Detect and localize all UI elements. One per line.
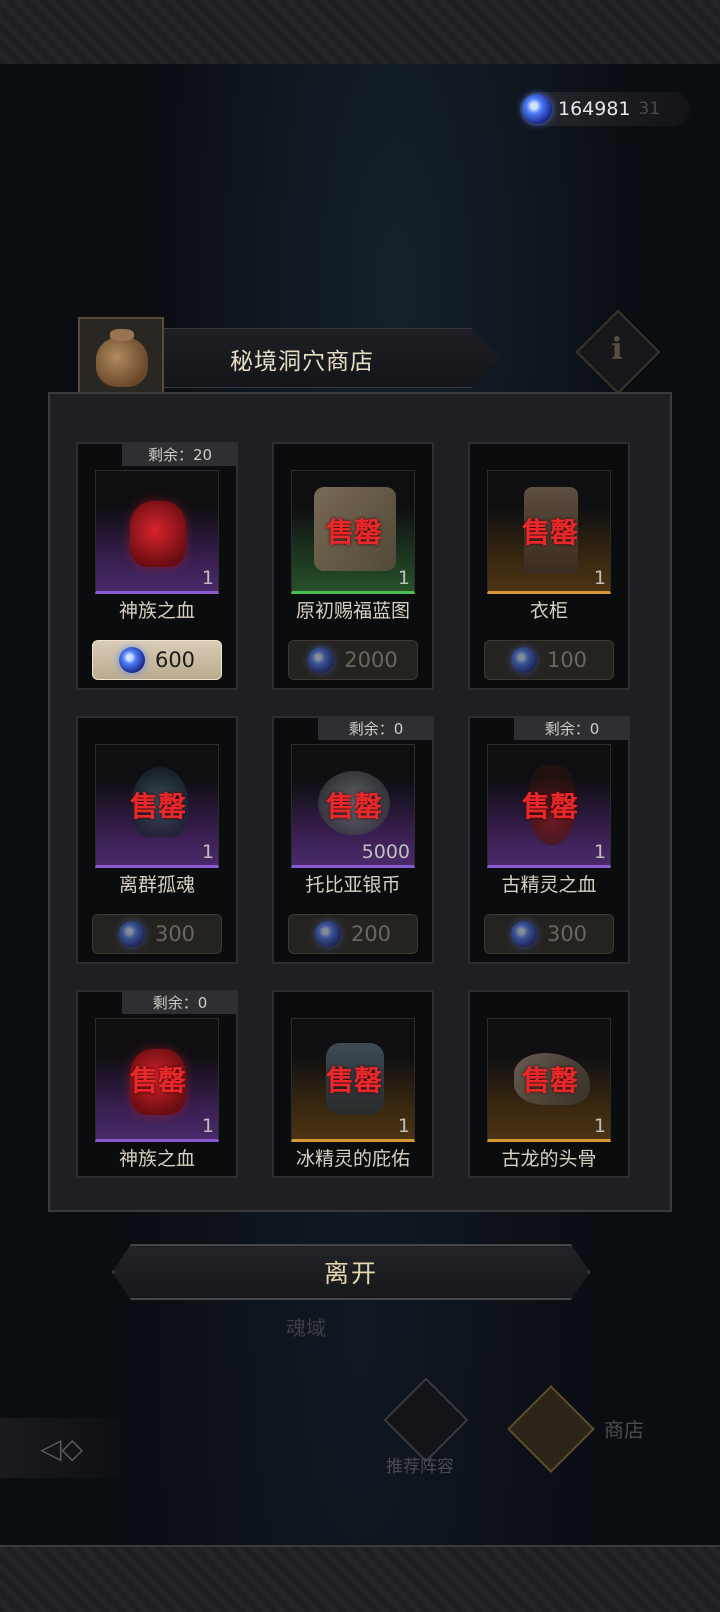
item-quantity: 1 [201, 841, 214, 863]
shop-panel: 剩余：20 1 神族之血 600 售罄 1 原初赐福蓝图 2000 售罄 1 衣柜 100 售罄 1 离群孤… [48, 392, 672, 1212]
info-icon[interactable]: i [599, 330, 635, 370]
item-price: 200 [350, 922, 392, 946]
sold-out-label: 售罄 [521, 516, 578, 549]
item-icon-frame[interactable]: 售罄 1 [487, 1018, 611, 1142]
currency-secondary: 31 [638, 99, 661, 119]
shop-title: 秘境洞穴商店 [230, 349, 374, 375]
item-name: 原初赐福蓝图 [295, 600, 410, 622]
item-icon-frame[interactable]: 1 [95, 470, 219, 594]
buy-button[interactable]: 200 [288, 914, 418, 954]
item-quantity: 1 [201, 567, 214, 589]
item-card[interactable]: 售罄 1 冰精灵的庇佑 [272, 990, 434, 1178]
item-card[interactable]: 售罄 1 衣柜 100 [468, 442, 630, 690]
item-quantity: 1 [593, 1115, 606, 1137]
item-name: 离群孤魂 [118, 874, 195, 896]
recommended-lineup-label[interactable]: 推荐阵容 [386, 1452, 454, 1477]
leave-button[interactable]: 离开 [112, 1244, 590, 1300]
shop-tab-label[interactable]: 商店 [604, 1414, 644, 1443]
background-label: 魂域 [286, 1316, 326, 1340]
item-price: 100 [546, 648, 588, 672]
buy-button[interactable]: 300 [92, 914, 222, 954]
soul-orb-icon [510, 921, 537, 947]
buy-button[interactable]: 100 [484, 640, 614, 680]
item-icon-frame[interactable]: 售罄 1 [291, 1018, 415, 1142]
item-icon-frame[interactable]: 售罄 1 [95, 744, 219, 868]
item-quantity: 5000 [361, 841, 410, 863]
buy-button[interactable]: 600 [92, 640, 222, 680]
sold-out-label: 售罄 [521, 790, 578, 823]
sold-out-label: 售罄 [325, 790, 382, 823]
item-icon-frame[interactable]: 售罄 1 [95, 1018, 219, 1142]
item-name: 神族之血 [118, 600, 195, 622]
money-bag-icon [78, 317, 164, 403]
soul-orb-icon [118, 921, 145, 947]
sold-out-label: 售罄 [325, 516, 382, 549]
stock-remaining-label: 剩余：0 [122, 992, 238, 1014]
item-quantity: 1 [397, 1115, 410, 1137]
soul-orb-icon [118, 647, 145, 673]
item-price: 300 [546, 922, 588, 946]
top-ornament-bar [0, 0, 720, 66]
item-card[interactable]: 售罄 1 古龙的头骨 [468, 990, 630, 1178]
bottom-ornament-bar [0, 1545, 720, 1612]
item-card[interactable]: 售罄 1 离群孤魂 300 [76, 716, 238, 964]
item-quantity: 1 [201, 1115, 214, 1137]
currency-amount: 164981 [558, 98, 631, 120]
item-quantity: 1 [593, 567, 606, 589]
item-name: 托比亚银币 [305, 874, 401, 896]
bag-tie [110, 329, 134, 341]
item-price: 600 [154, 648, 196, 672]
item-name: 古龙的头骨 [501, 1148, 597, 1170]
item-card[interactable]: 剩余：0 售罄 1 神族之血 [76, 990, 238, 1178]
item-card[interactable]: 剩余：0 售罄 5000 托比亚银币 200 [272, 716, 434, 964]
sold-out-label: 售罄 [129, 790, 186, 823]
soul-orb-icon [510, 647, 537, 673]
back-button[interactable]: ◁◇ [0, 1418, 120, 1478]
stock-remaining-label: 剩余：20 [122, 444, 238, 466]
potion-icon [130, 501, 186, 567]
item-card[interactable]: 剩余：0 售罄 1 古精灵之血 300 [468, 716, 630, 964]
item-price: 2000 [344, 648, 398, 672]
item-quantity: 1 [593, 841, 606, 863]
sold-out-label: 售罄 [325, 1064, 382, 1097]
item-name: 神族之血 [118, 1148, 195, 1170]
stock-remaining-label: 剩余：0 [318, 718, 434, 740]
item-icon-frame[interactable]: 售罄 1 [291, 470, 415, 594]
item-card[interactable]: 剩余：20 1 神族之血 600 [76, 442, 238, 690]
item-icon-frame[interactable]: 售罄 1 [487, 470, 611, 594]
buy-button[interactable]: 300 [484, 914, 614, 954]
shop-header: 秘境洞穴商店 [49, 317, 500, 409]
item-icon-frame[interactable]: 售罄 1 [487, 744, 611, 868]
buy-button[interactable]: 2000 [288, 640, 418, 680]
sold-out-label: 售罄 [521, 1064, 578, 1097]
back-arrow-icon: ◁◇ [40, 1432, 84, 1465]
item-card[interactable]: 售罄 1 原初赐福蓝图 2000 [272, 442, 434, 690]
item-quantity: 1 [397, 567, 410, 589]
item-name: 衣柜 [529, 600, 568, 622]
bag-body [96, 337, 148, 387]
currency-display: 164981 31 [520, 92, 690, 126]
stock-remaining-label: 剩余：0 [514, 718, 630, 740]
sold-out-label: 售罄 [129, 1064, 186, 1097]
item-name: 古精灵之血 [501, 874, 597, 896]
leave-button-label: 离开 [323, 1259, 378, 1288]
item-icon-frame[interactable]: 售罄 5000 [291, 744, 415, 868]
soul-orb-icon [314, 921, 341, 947]
soul-orb-icon [522, 94, 552, 124]
item-price: 300 [154, 922, 196, 946]
soul-orb-icon [308, 647, 335, 673]
item-name: 冰精灵的庇佑 [295, 1148, 410, 1170]
